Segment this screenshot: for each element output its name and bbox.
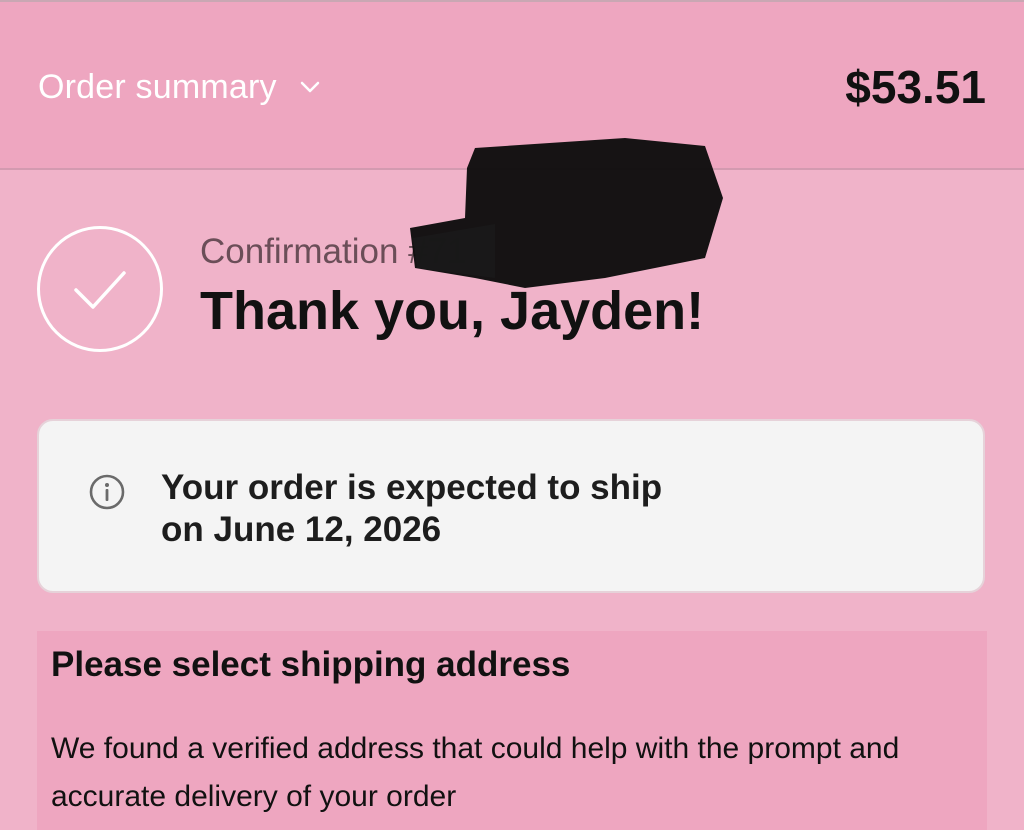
thank-you-heading: Thank you, Jayden! [200,281,705,341]
shipping-address-description: We found a verified address that could h… [51,732,900,813]
order-summary-toggle[interactable]: Order summary [38,62,321,112]
checkmark-circle-icon [37,226,163,352]
confirmation-number: Confirmation #71 [200,232,467,271]
order-total: $53.51 [845,61,986,113]
chevron-down-icon [299,76,321,98]
ship-date-message: Your order is expected to ship on June 1… [161,467,662,551]
info-icon [89,474,125,510]
ship-date-line-2: on June 12, 2026 [161,510,442,549]
shipping-notice: Your order is expected to ship on June 1… [37,419,985,593]
ship-date-line-1: Your order is expected to ship [161,468,663,507]
shipping-address-panel: Please select shipping address We found … [37,631,987,830]
shipping-address-title: Please select shipping address [51,645,571,684]
order-summary-label: Order summary [38,67,277,106]
order-summary-header: Order summary $53.51 [0,2,1024,170]
